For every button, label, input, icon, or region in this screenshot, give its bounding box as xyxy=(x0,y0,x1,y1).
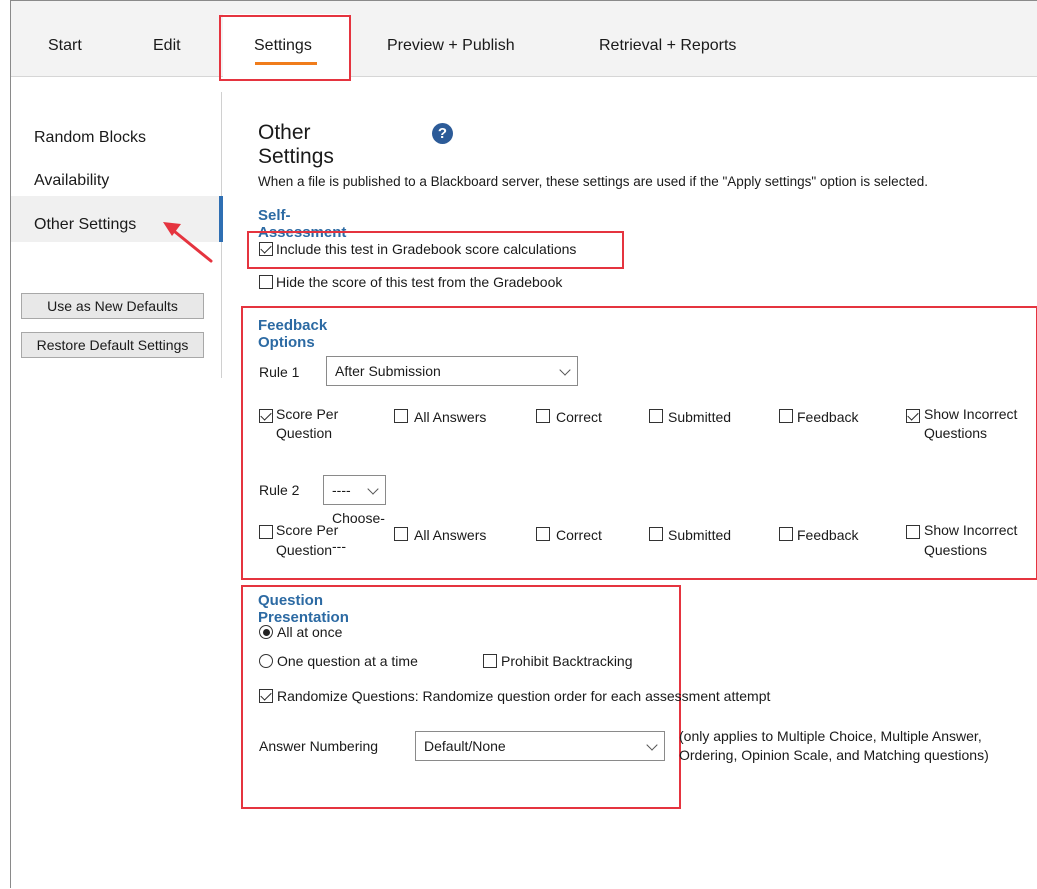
all-at-once-radio[interactable] xyxy=(259,625,273,639)
use-as-new-defaults-button[interactable]: Use as New Defaults xyxy=(21,293,204,319)
rule1-select-value: After Submission xyxy=(335,363,441,379)
rule1-select[interactable]: After Submission xyxy=(326,356,578,386)
rule1-submitted-label: Submitted xyxy=(668,409,732,425)
rule2-score-per-question-label-2: Question xyxy=(276,542,333,558)
feedback-options-heading: Feedback Options xyxy=(258,317,328,351)
rule2-all-answers-label: All Answers xyxy=(414,527,487,543)
rule2-all-answers-checkbox[interactable] xyxy=(394,527,408,541)
all-at-once-label: All at once xyxy=(277,624,343,640)
rule2-feedback-checkbox[interactable] xyxy=(779,527,793,541)
rule2-select[interactable]: ----Choose---- xyxy=(323,475,386,554)
rule1-score-per-question-checkbox[interactable] xyxy=(259,409,273,423)
rule1-submitted-checkbox[interactable] xyxy=(649,409,663,423)
answer-numbering-label: Answer Numbering xyxy=(259,738,379,754)
pointer-arrow-icon xyxy=(163,222,213,263)
sidebar-item-availability[interactable]: Availability xyxy=(34,172,109,190)
help-icon[interactable]: ? xyxy=(432,123,453,144)
intro-text: When a file is published to a Blackboard… xyxy=(258,174,928,189)
one-at-a-time-label: One question at a time xyxy=(277,653,418,669)
rule2-submitted-checkbox[interactable] xyxy=(649,527,663,541)
rule1-feedback-checkbox[interactable] xyxy=(779,409,793,423)
rule2-score-per-question-label: Score Per xyxy=(276,522,339,538)
settings-window: Start Edit Settings Preview + Publish Re… xyxy=(10,0,1037,888)
rule2-correct-label: Correct xyxy=(556,527,602,543)
rule1-show-incorrect-label-2: Questions xyxy=(924,425,988,441)
tab-retrieval-reports[interactable]: Retrieval + Reports xyxy=(599,37,736,55)
hide-score-checkbox[interactable] xyxy=(259,275,273,289)
answer-numbering-value: Default/None xyxy=(424,738,506,754)
rule1-all-answers-checkbox[interactable] xyxy=(394,409,408,423)
rule2-show-incorrect-checkbox[interactable] xyxy=(906,525,920,539)
question-presentation-heading: Question Presentation xyxy=(258,592,349,626)
rule2-show-incorrect-label-2: Questions xyxy=(924,542,988,558)
rule1-all-answers-label: All Answers xyxy=(414,409,487,425)
rule2-correct-checkbox[interactable] xyxy=(536,527,550,541)
randomize-questions-checkbox[interactable] xyxy=(259,689,273,703)
self-assessment-highlight xyxy=(247,231,624,269)
rule1-show-incorrect-label: Show Incorrect xyxy=(924,406,1018,422)
rule2-show-incorrect-label: Show Incorrect xyxy=(924,522,1018,538)
restore-default-settings-button[interactable]: Restore Default Settings xyxy=(21,332,204,358)
rule1-label: Rule 1 xyxy=(259,364,300,380)
tab-preview-publish[interactable]: Preview + Publish xyxy=(387,37,515,55)
rule1-show-incorrect-checkbox[interactable] xyxy=(906,409,920,423)
answer-numbering-note-2: Ordering, Opinion Scale, and Matching qu… xyxy=(679,747,989,763)
answer-numbering-note: (only applies to Multiple Choice, Multip… xyxy=(679,728,982,744)
randomize-questions-label: Randomize Questions: Randomize question … xyxy=(277,688,771,704)
prohibit-backtracking-checkbox[interactable] xyxy=(483,654,497,668)
tab-start[interactable]: Start xyxy=(48,37,82,55)
sidebar: Random Blocks Availability Other Setting… xyxy=(11,78,223,889)
rule2-label: Rule 2 xyxy=(259,482,300,498)
chevron-down-icon xyxy=(559,364,571,376)
answer-numbering-select[interactable]: Default/None xyxy=(415,731,665,761)
chevron-down-icon xyxy=(646,739,658,751)
rule1-correct-checkbox[interactable] xyxy=(536,409,550,423)
rule1-feedback-label: Feedback xyxy=(797,409,859,425)
one-at-a-time-radio[interactable] xyxy=(259,654,273,668)
sidebar-item-other-settings[interactable]: Other Settings xyxy=(34,216,136,234)
settings-tab-highlight xyxy=(219,15,351,81)
rule2-feedback-label: Feedback xyxy=(797,527,859,543)
tab-edit[interactable]: Edit xyxy=(153,37,181,55)
rule1-score-per-question-label-2: Question xyxy=(276,425,333,441)
chevron-down-icon xyxy=(367,483,379,495)
page-title: Other Settings xyxy=(258,121,334,168)
prohibit-backtracking-label: Prohibit Backtracking xyxy=(501,653,633,669)
rule1-correct-label: Correct xyxy=(556,409,602,425)
tab-bar: Start Edit Settings Preview + Publish Re… xyxy=(11,1,1037,78)
sidebar-item-random-blocks[interactable]: Random Blocks xyxy=(34,129,146,147)
rule2-submitted-label: Submitted xyxy=(668,527,732,543)
rule2-score-per-question-checkbox[interactable] xyxy=(259,525,273,539)
hide-score-label: Hide the score of this test from the Gra… xyxy=(276,274,563,290)
rule1-score-per-question-label: Score Per xyxy=(276,406,339,422)
